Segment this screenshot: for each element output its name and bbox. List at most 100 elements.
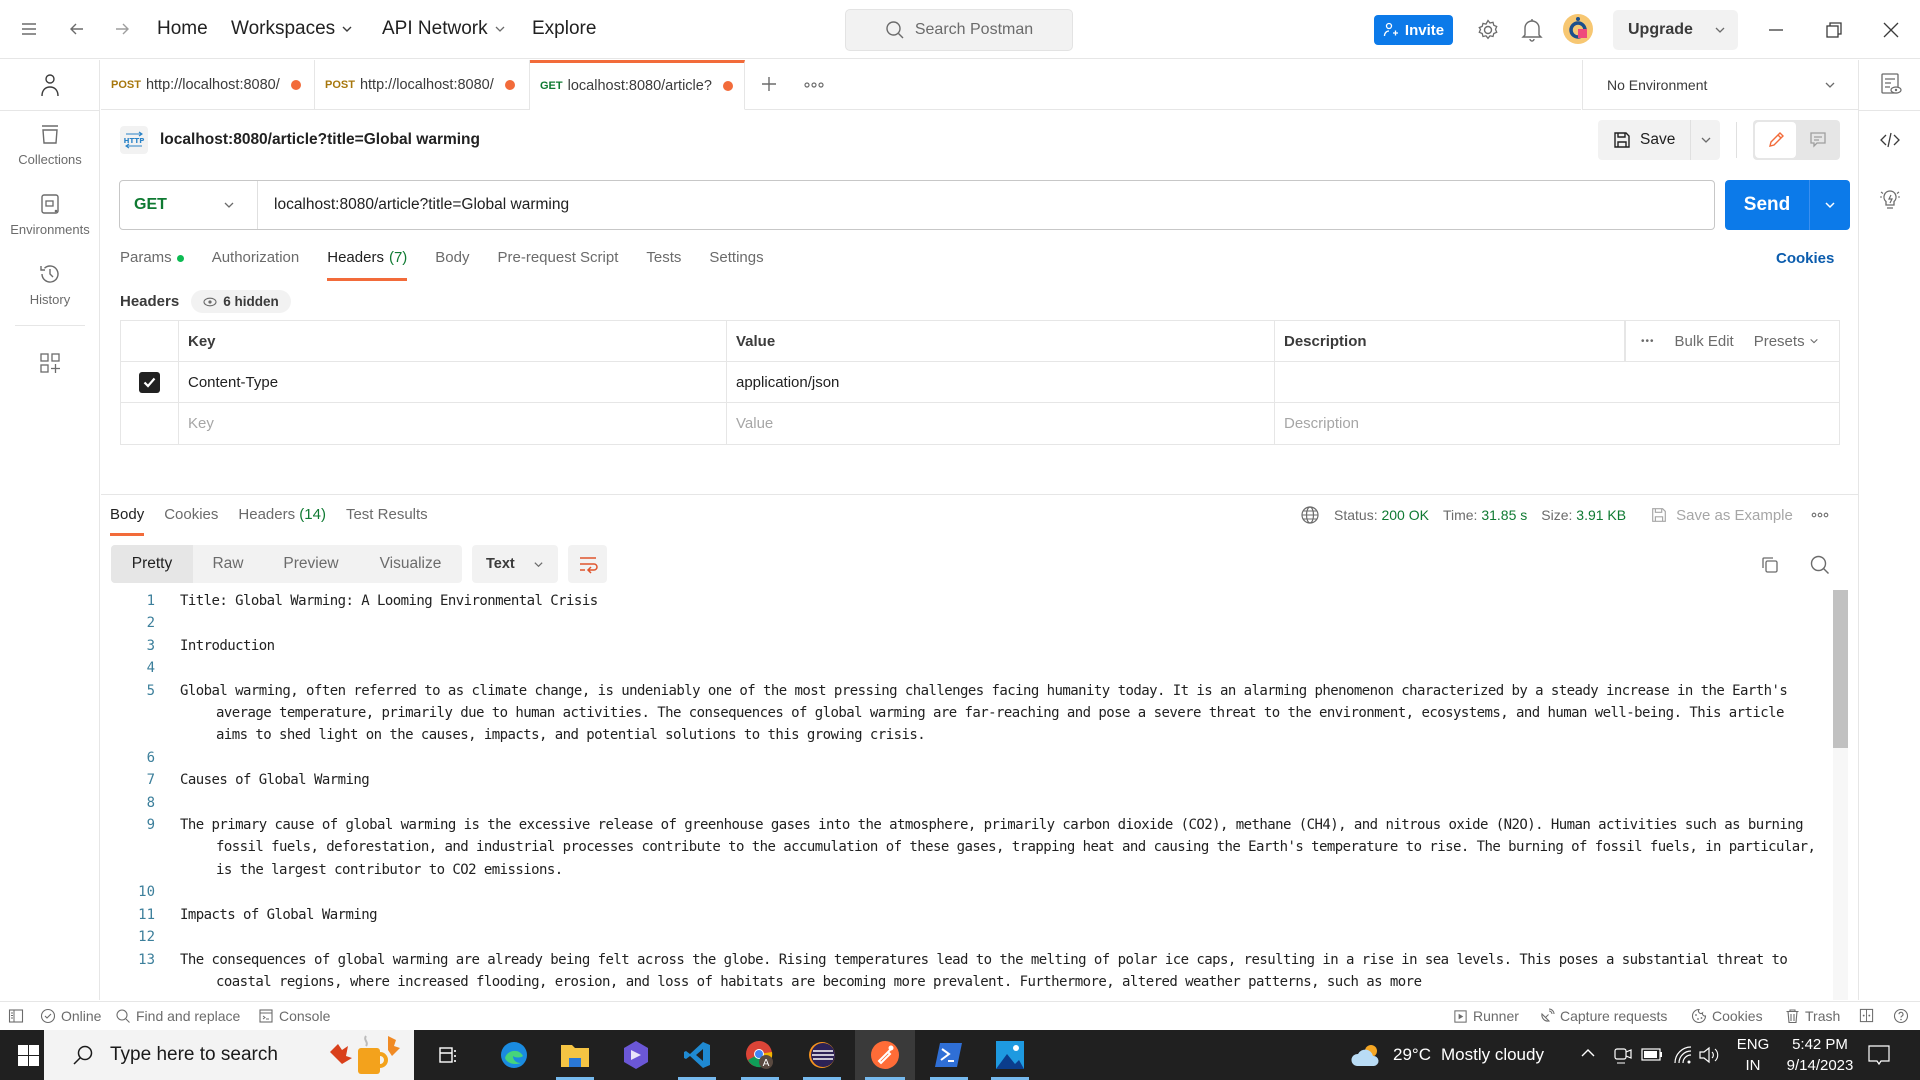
taskbar-search-box[interactable]: Type here to search — [44, 1030, 414, 1080]
search-response-icon[interactable] — [1809, 554, 1831, 576]
request-name[interactable]: localhost:8080/article?title=Global warm… — [160, 131, 480, 149]
sidebar-item-history[interactable]: History — [0, 262, 100, 307]
tab-headers[interactable]: Headers (7) — [327, 249, 408, 283]
task-view-icon[interactable] — [438, 1044, 460, 1066]
taskbar-eclipse[interactable] — [793, 1030, 851, 1080]
two-pane-view-icon[interactable] — [1859, 1008, 1874, 1023]
user-avatar[interactable] — [1563, 14, 1593, 44]
show-hidden-icons-chevron-icon[interactable] — [1580, 1047, 1596, 1059]
taskbar-chrome[interactable]: A — [731, 1030, 789, 1080]
taskbar-edge[interactable] — [485, 1030, 543, 1080]
send-button[interactable]: Send — [1725, 194, 1809, 216]
presets-dropdown[interactable]: Presets — [1754, 333, 1819, 350]
taskbar-copilot[interactable] — [607, 1030, 665, 1080]
status-readout[interactable]: Status: 200 OK — [1334, 507, 1429, 523]
battery-icon[interactable] — [1641, 1048, 1663, 1061]
more-options-icon[interactable]: ••• — [1641, 336, 1655, 347]
tab-tests[interactable]: Tests — [646, 249, 681, 283]
minimize-window-icon[interactable] — [1764, 18, 1788, 42]
request-tab-active[interactable]: GET localhost:8080/article? — [530, 60, 745, 110]
response-tab-test-results[interactable]: Test Results — [346, 506, 428, 536]
view-pretty[interactable]: Pretty — [111, 545, 193, 583]
taskbar-photos[interactable] — [981, 1030, 1039, 1080]
view-visualize[interactable]: Visualize — [359, 545, 462, 583]
enabled-checkbox[interactable] — [139, 371, 160, 393]
taskbar-powershell[interactable] — [920, 1030, 978, 1080]
settings-gear-icon[interactable] — [1476, 18, 1500, 42]
view-preview[interactable]: Preview — [263, 545, 359, 583]
windows-start-icon[interactable] — [18, 1045, 39, 1066]
sidebar-item-environments[interactable]: Environments — [0, 192, 100, 237]
toggle-sidebar-icon[interactable] — [8, 1008, 24, 1024]
clock[interactable]: 5:42 PM 9/14/2023 — [1785, 1030, 1855, 1080]
code-snippet-icon[interactable] — [1879, 130, 1901, 150]
menu-icon[interactable] — [20, 20, 38, 38]
nav-explore[interactable]: Explore — [532, 18, 596, 40]
upgrade-button[interactable]: Upgrade — [1613, 10, 1738, 50]
save-button[interactable]: Save — [1598, 130, 1690, 150]
more-tabs-icon[interactable] — [804, 82, 824, 88]
more-options-icon[interactable] — [1811, 512, 1829, 518]
user-profile-icon[interactable] — [38, 72, 62, 98]
response-scrollbar-thumb[interactable] — [1833, 590, 1848, 748]
help-icon[interactable] — [1893, 1008, 1909, 1024]
taskbar-postman[interactable] — [855, 1030, 915, 1080]
trash-button[interactable]: Trash — [1785, 1008, 1840, 1024]
nav-workspaces[interactable]: Workspaces — [231, 18, 353, 40]
weather-widget[interactable]: 29°C Mostly cloudy — [1351, 1030, 1544, 1080]
new-tab-plus-icon[interactable] — [759, 74, 779, 94]
nav-api-network[interactable]: API Network — [382, 18, 506, 40]
edit-mode-button[interactable] — [1755, 122, 1796, 158]
new-description-input[interactable]: Description — [1275, 403, 1839, 444]
notifications-bell-icon[interactable] — [1521, 18, 1543, 42]
restore-window-icon[interactable] — [1822, 18, 1846, 42]
save-as-example-button[interactable]: Save as Example — [1650, 506, 1793, 524]
bulk-edit-button[interactable]: Bulk Edit — [1675, 333, 1734, 350]
configure-workbench-icon[interactable] — [39, 352, 61, 374]
new-value-input[interactable]: Value — [727, 403, 1275, 444]
online-status[interactable]: Online — [40, 1008, 101, 1024]
response-format-select[interactable]: Text — [472, 545, 558, 583]
taskbar-vscode[interactable] — [668, 1030, 726, 1080]
tab-params[interactable]: Params — [120, 249, 184, 283]
hidden-headers-toggle[interactable]: 6 hidden — [191, 290, 291, 313]
wrap-lines-button[interactable] — [568, 545, 607, 583]
header-description-cell[interactable] — [1275, 362, 1839, 402]
cookies-link[interactable]: Cookies — [1776, 250, 1834, 267]
console-button[interactable]: Console — [258, 1008, 330, 1024]
input-language-indicator[interactable]: ENG IN — [1733, 1030, 1773, 1080]
sidebar-item-collections[interactable]: Collections — [0, 122, 100, 167]
view-raw[interactable]: Raw — [193, 545, 263, 583]
header-value-cell[interactable]: application/json — [727, 362, 1275, 402]
response-tab-body[interactable]: Body — [110, 506, 145, 536]
wifi-icon[interactable] — [1673, 1045, 1693, 1065]
search-postman-input[interactable]: Search Postman — [845, 9, 1073, 51]
cookies-button[interactable]: Cookies — [1691, 1008, 1763, 1024]
tab-settings[interactable]: Settings — [709, 249, 763, 283]
camera-icon[interactable] — [1613, 1044, 1633, 1066]
copy-icon[interactable] — [1760, 555, 1780, 575]
time-readout[interactable]: Time: 31.85 s — [1443, 507, 1527, 523]
nav-home[interactable]: Home — [157, 18, 208, 40]
environment-selector[interactable]: No Environment — [1582, 60, 1858, 110]
runner-button[interactable]: Runner — [1453, 1008, 1519, 1024]
send-options-dropdown[interactable] — [1809, 180, 1850, 230]
response-divider[interactable] — [101, 494, 1858, 495]
http-method-select[interactable]: GET — [120, 181, 258, 229]
tab-authorization[interactable]: Authorization — [212, 249, 300, 283]
comments-button[interactable] — [1798, 122, 1838, 158]
taskbar-file-explorer[interactable] — [546, 1030, 604, 1080]
capture-requests-button[interactable]: Capture requests — [1539, 1008, 1667, 1024]
environment-quick-look-icon[interactable] — [1880, 72, 1902, 96]
response-tab-cookies[interactable]: Cookies — [164, 506, 218, 536]
save-options-dropdown[interactable] — [1690, 120, 1720, 160]
close-window-icon[interactable] — [1879, 18, 1903, 42]
size-readout[interactable]: Size: 3.91 KB — [1541, 507, 1626, 523]
volume-icon[interactable] — [1698, 1045, 1720, 1065]
related-lightbulb-icon[interactable] — [1879, 188, 1901, 212]
url-input[interactable]: localhost:8080/article?title=Global warm… — [258, 196, 569, 214]
invite-button[interactable]: Invite — [1374, 15, 1453, 45]
request-tab[interactable]: POST http://localhost:8080/ — [101, 60, 315, 110]
response-tab-headers[interactable]: Headers (14) — [238, 506, 326, 536]
new-key-input[interactable]: Key — [179, 403, 727, 444]
